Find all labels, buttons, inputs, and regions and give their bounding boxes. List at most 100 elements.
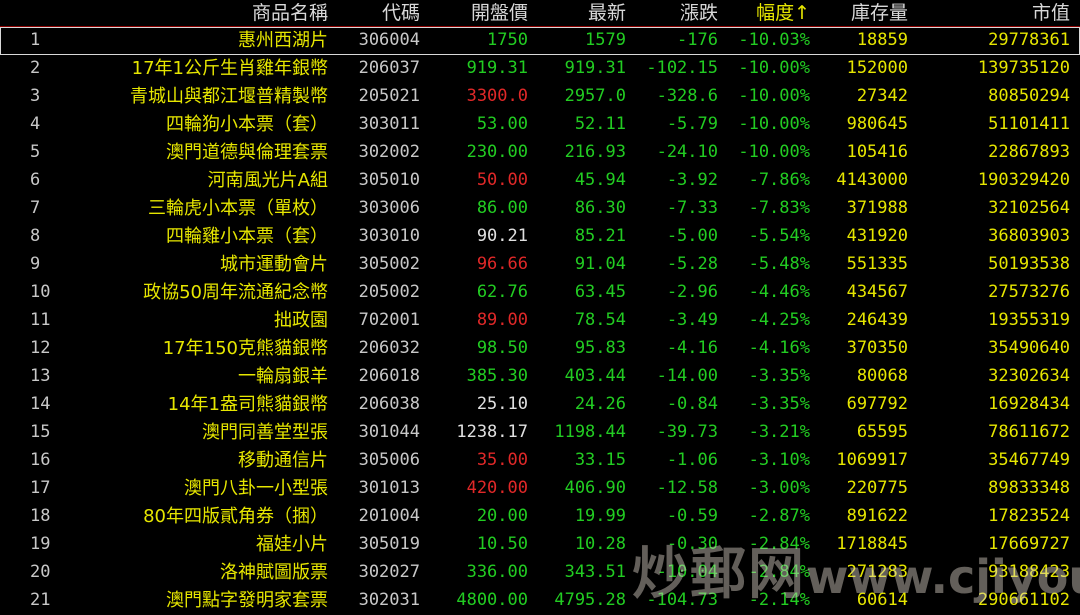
header-last[interactable]: 最新 [528,2,626,26]
row-open: 385.30 [466,366,528,386]
table-row[interactable]: 10 政協50周年流通紀念幣 205002 62.76 63.45 -2.96 -4.46%… [0,279,1080,307]
header-open[interactable]: 開盤價 [420,2,528,26]
row-stock: 152000 [846,58,908,78]
row-mcap: 27573276 [988,282,1070,302]
row-mcap: 22867893 [988,142,1070,162]
header-code[interactable]: 代碼 [330,2,420,26]
row-last: 1579 [585,30,626,50]
row-name: 四輪雞小本票（套） [166,226,328,247]
table-row[interactable]: 18 80年四版貳角券（捆） 201004 20.00 19.99 -0.59 -2.87%… [0,503,1080,531]
row-code: 206018 [358,366,420,386]
row-name: 惠州西湖片 [238,30,328,51]
row-pct: -7.86% [748,170,810,190]
table-row[interactable]: 13 一輪扇銀羊 206018 385.30 403.44 -14.00 -3.35% 800… [0,363,1080,391]
table-row[interactable]: 8 四輪雞小本票（套） 303010 90.21 85.21 -5.00 -5.54% 431… [0,223,1080,251]
row-pct: -2.14% [748,590,810,610]
table-row[interactable]: 1 惠州西湖片 306004 1750 1579 -176 -10.03% 18859 2977… [0,27,1080,55]
row-name: 澳門點字發明家套票 [166,590,328,611]
row-change: -102.15 [646,58,718,78]
row-open: 420.00 [466,478,528,498]
row-code: 306004 [358,30,420,50]
quote-board: 商品名稱 代碼 開盤價 最新 漲跌 幅度↑ 庫存量 市值 1 惠州西湖片 30600… [0,0,1080,614]
row-mcap: 50193538 [988,254,1070,274]
row-change: -0.84 [666,394,718,414]
header-pct-sorted[interactable]: 幅度↑ [718,2,810,26]
table-row[interactable]: 4 四輪狗小本票（套） 303011 53.00 52.11 -5.79 -10.00% 98… [0,111,1080,139]
row-name: 三輪虎小本票（單枚） [148,198,328,219]
table-row[interactable]: 16 移動通信片 305006 35.00 33.15 -1.06 -3.10% 106991… [0,447,1080,475]
row-code: 205002 [358,282,420,302]
row-pct: -10.00% [738,58,810,78]
row-last: 33.15 [574,450,626,470]
row-pct: -3.35% [748,394,810,414]
table-row[interactable]: 20 洛神賦圖版票 302027 336.00 343.51 -10.04 -2.84% 27… [0,559,1080,587]
row-name: 17年150克熊貓銀幣 [162,338,328,359]
row-name: 福娃小片 [256,534,328,555]
row-code: 201004 [358,506,420,526]
header-stock[interactable]: 庫存量 [810,2,908,26]
header-change[interactable]: 漲跌 [626,2,718,26]
table-row[interactable]: 21 澳門點字發明家套票 302031 4800.00 4795.28 -104.73 -2… [0,587,1080,615]
row-last: 95.83 [574,338,626,358]
row-code: 305019 [358,534,420,554]
row-open: 20.00 [476,506,528,526]
row-open: 50.00 [476,170,528,190]
row-code: 303006 [358,198,420,218]
row-code: 303010 [358,226,420,246]
row-pct: -3.00% [748,478,810,498]
row-code: 301044 [358,422,420,442]
table-row[interactable]: 3 青城山與都江堰普精製幣 205021 3300.0 2957.0 -328.6 -10.… [0,83,1080,111]
row-pct: -10.00% [738,114,810,134]
row-open: 96.66 [476,254,528,274]
row-name: 青城山與都江堰普精製幣 [130,86,328,107]
table-row[interactable]: 12 17年150克熊貓銀幣 206032 98.50 95.83 -4.16 -4.16%… [0,335,1080,363]
table-row[interactable]: 19 福娃小片 305019 10.50 10.28 -0.30 -2.84% 1718845… [0,531,1080,559]
row-open: 25.10 [476,394,528,414]
row-pct: -5.54% [748,226,810,246]
row-open: 3300.0 [466,86,528,106]
row-code: 303011 [358,114,420,134]
table-row[interactable]: 2 17年1公斤生肖雞年銀幣 206037 919.31 919.31 -102.15 -1… [0,55,1080,83]
row-change: -39.73 [656,422,718,442]
table-row[interactable]: 17 澳門八卦一小型張 301013 420.00 406.90 -12.58 -3.00%… [0,475,1080,503]
row-open: 4800.00 [456,590,528,610]
row-last: 63.45 [574,282,626,302]
row-name: 一輪扇銀羊 [238,366,328,387]
table-row[interactable]: 11 拙政園 702001 89.00 78.54 -3.49 -4.25% 246439 19… [0,307,1080,335]
row-name: 移動通信片 [238,450,328,471]
row-change: -3.49 [666,310,718,330]
header-name[interactable]: 商品名稱 [0,2,328,26]
row-mcap: 32102564 [988,198,1070,218]
row-change: -10.04 [656,562,718,582]
row-code: 206038 [358,394,420,414]
row-last: 406.90 [564,478,626,498]
row-name: 洛神賦圖版票 [220,562,328,583]
row-pct: -3.35% [748,366,810,386]
row-name: 澳門八卦一小型張 [184,478,328,499]
header-mcap[interactable]: 市值 [908,2,1070,26]
row-mcap: 78611672 [988,422,1070,442]
row-pct: -2.84% [748,534,810,554]
table-row[interactable]: 9 城市運動會片 305002 96.66 91.04 -5.28 -5.48% 551335… [0,251,1080,279]
row-code: 206032 [358,338,420,358]
row-change: -7.33 [666,198,718,218]
row-code: 205021 [358,86,420,106]
row-last: 19.99 [574,506,626,526]
row-change: -12.58 [656,478,718,498]
row-name: 城市運動會片 [220,254,328,275]
row-last: 78.54 [574,310,626,330]
table-row[interactable]: 7 三輪虎小本票（單枚） 303006 86.00 86.30 -7.33 -7.83% 37… [0,195,1080,223]
table-row[interactable]: 5 澳門道德與倫理套票 302002 230.00 216.93 -24.10 -10.00… [0,139,1080,167]
row-open: 53.00 [476,114,528,134]
row-name: 河南風光片A組 [207,170,328,191]
row-change: -4.16 [666,338,718,358]
row-stock: 434567 [846,282,908,302]
table-row[interactable]: 6 河南風光片A組 305010 50.00 45.94 -3.92 -7.86% 41430… [0,167,1080,195]
row-mcap: 17669727 [988,534,1070,554]
row-pct: -10.00% [738,86,810,106]
table-row[interactable]: 14 14年1盎司熊貓銀幣 206038 25.10 24.26 -0.84 -3.35% 6… [0,391,1080,419]
row-name: 80年四版貳角券（捆） [143,506,328,527]
row-last: 52.11 [574,114,626,134]
row-open: 98.50 [476,338,528,358]
table-row[interactable]: 15 澳門同善堂型張 301044 1238.17 1198.44 -39.73 -3.21… [0,419,1080,447]
